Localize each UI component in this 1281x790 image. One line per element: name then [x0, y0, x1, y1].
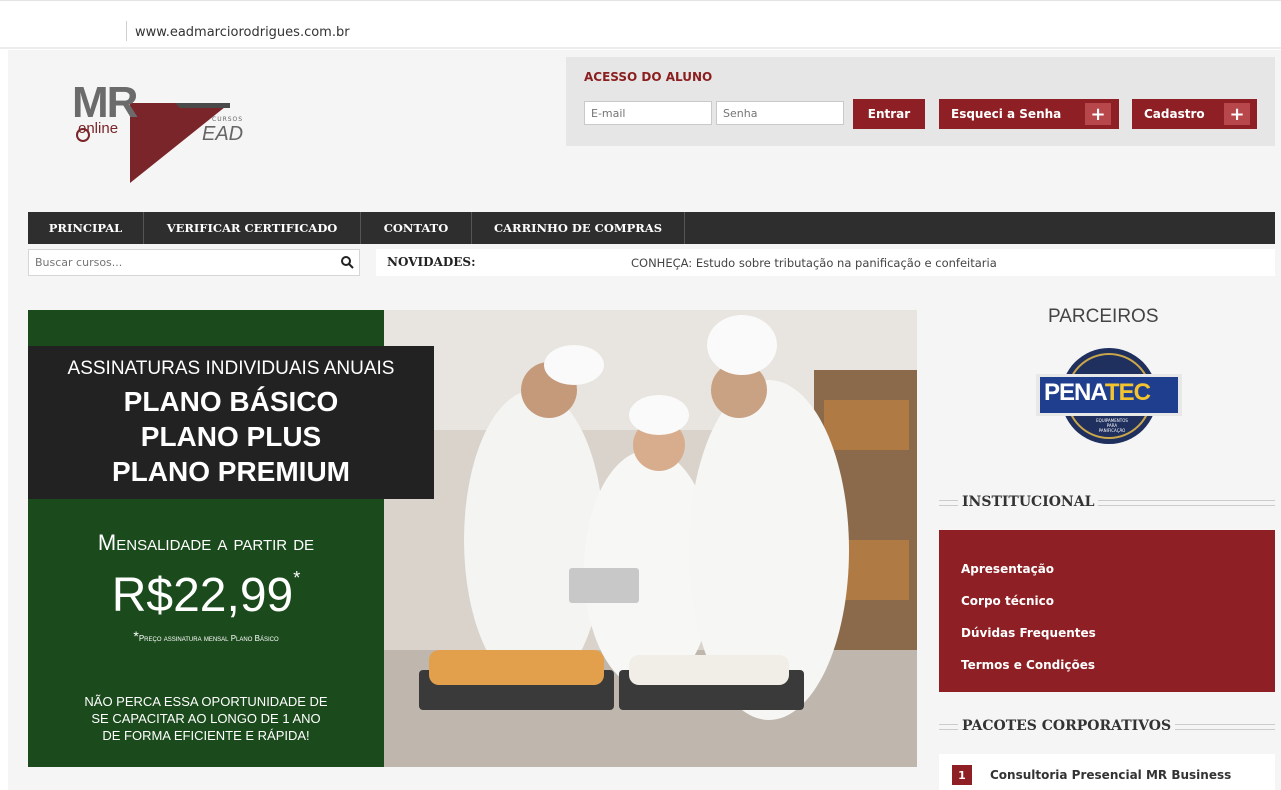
banner-cta-line2: SE CAPACITAR AO LONGO DE 1 ANO	[91, 711, 321, 726]
entrar-label: Entrar	[867, 107, 911, 121]
search-input[interactable]	[28, 249, 360, 276]
bakers-photo	[384, 310, 917, 767]
link-termos-condicoes[interactable]: Termos e Condições	[961, 658, 1095, 672]
password-field[interactable]	[716, 101, 844, 125]
news-item-link[interactable]: CONHEÇA: Estudo sobre tributação na pani…	[631, 256, 997, 270]
pacotes-title: PACOTES CORPORATIVOS	[958, 718, 1176, 734]
banner-price-asterisk: *	[293, 568, 301, 588]
link-apresentacao[interactable]: Apresentação	[961, 562, 1054, 576]
banner-plan-plus: PLANO PLUS	[140, 421, 322, 452]
banner-mensalidade-text: Mensalidade a partir de	[97, 530, 315, 555]
address-url[interactable]: www.eadmarciorodrigues.com.br	[135, 25, 350, 40]
penatec-tagline-line1: EQUIPAMENTOS PARA	[1096, 418, 1128, 428]
search-icon[interactable]	[340, 254, 356, 270]
login-title: ACESSO DO ALUNO	[584, 70, 713, 84]
address-bar[interactable]: www.eadmarciorodrigues.com.br	[0, 0, 1281, 49]
esqueci-senha-button[interactable]: Esqueci a Senha +	[939, 99, 1119, 129]
pacote-link[interactable]: Consultoria Presencial MR Business	[990, 768, 1231, 782]
address-bar-divider	[126, 21, 127, 41]
banner-plan-premium: PLANO PREMIUM	[112, 456, 350, 487]
banner-price-note: *Preço assinatura mensal Plano Básico	[28, 628, 384, 644]
logo-cursos-text: CURSOS	[212, 116, 244, 123]
cadastro-button[interactable]: Cadastro +	[1132, 99, 1257, 129]
banner-price-value: R$22,99	[111, 569, 294, 622]
link-corpo-tecnico[interactable]: Corpo técnico	[961, 594, 1054, 608]
logo-ead-text: EAD	[202, 123, 244, 145]
institucional-title: INSTITUCIONAL	[958, 494, 1099, 510]
email-field[interactable]	[584, 101, 712, 125]
news-label: NOVIDADES:	[387, 255, 476, 269]
nav-principal[interactable]: PRINCIPAL	[28, 212, 144, 244]
cadastro-label: Cadastro	[1144, 107, 1205, 121]
nav-contato[interactable]: CONTATO	[361, 212, 472, 244]
entrar-button[interactable]: Entrar	[853, 99, 925, 129]
esqueci-plus-icon: +	[1085, 103, 1111, 125]
site-logo[interactable]: MR online CURSOS EAD	[70, 78, 270, 188]
link-duvidas-frequentes[interactable]: Dúvidas Frequentes	[961, 626, 1096, 640]
address-bar-rim	[0, 47, 1281, 49]
banner-plan-basico: PLANO BÁSICO	[123, 386, 339, 417]
penatec-tagline: EQUIPAMENTOS PARA PANIFICAÇÃO	[1092, 418, 1132, 433]
pacote-number-badge: 1	[952, 765, 972, 785]
nav-verificar-certificado[interactable]: VERIFICAR CERTIFICADO	[144, 212, 361, 244]
parceiros-title: PARCEIROS	[1048, 306, 1159, 327]
hand-cursor-icon	[76, 128, 90, 142]
penatec-wordmark: PENATEC	[1044, 379, 1151, 407]
penatec-name-b: TEC	[1104, 379, 1151, 406]
banner-cta-line1: NÃO PERCA ESSA OPORTUNIDADE DE	[84, 694, 328, 709]
penatec-tagline-line2: PANIFICAÇÃO	[1098, 428, 1126, 433]
penatec-logo[interactable]: PENATEC EQUIPAMENTOS PARA PANIFICAÇÃO	[1036, 346, 1182, 446]
penatec-name-a: PENA	[1044, 379, 1106, 406]
banner-subscriptions-text: ASSINATURAS INDIVIDUAIS ANUAIS	[67, 358, 395, 379]
nav-carrinho[interactable]: CARRINHO DE COMPRAS	[472, 212, 685, 244]
esqueci-senha-label: Esqueci a Senha	[951, 107, 1062, 121]
cadastro-plus-icon: +	[1224, 103, 1250, 125]
banner-price: R$22,99*	[28, 568, 384, 623]
banner-cta-line3: DE FORMA EFICIENTE E RÁPIDA!	[102, 728, 310, 743]
banner-note-text: Preço assinatura mensal Plano Básico	[138, 634, 279, 643]
